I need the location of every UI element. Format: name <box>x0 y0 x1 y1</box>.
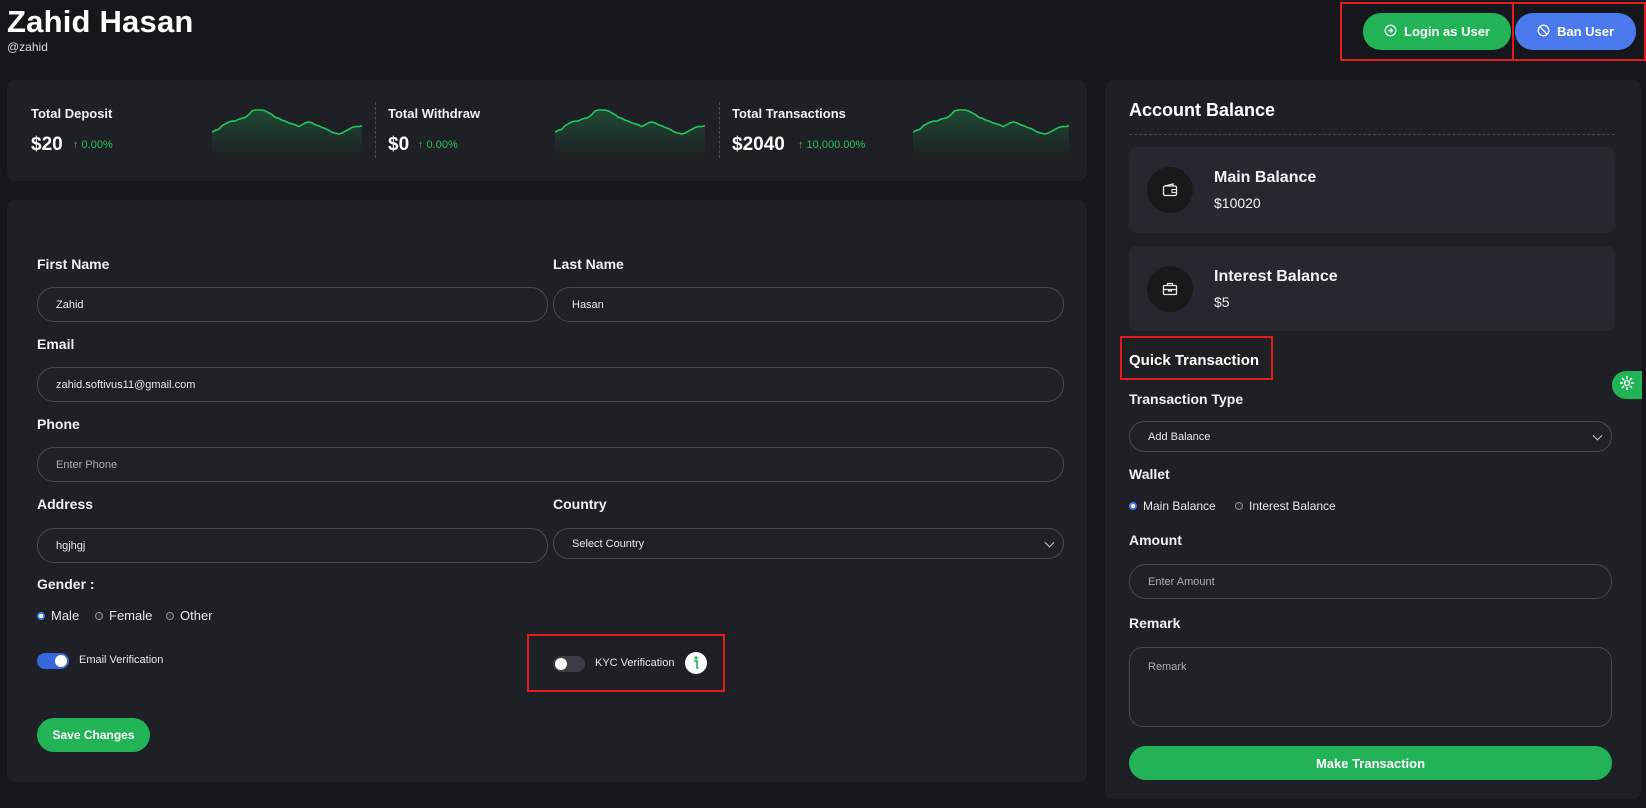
stats-card: Total Deposit $20 ↑ 0.00% Total Withdraw… <box>7 80 1087 181</box>
gender-option-female[interactable]: Female <box>95 608 152 623</box>
radio-icon <box>95 611 103 620</box>
settings-button[interactable] <box>1612 371 1642 399</box>
radio-icon <box>166 611 174 620</box>
ban-user-button[interactable]: Ban User <box>1515 13 1636 50</box>
wallet-option-label: Interest Balance <box>1249 499 1336 513</box>
first-name-label: First Name <box>37 256 110 272</box>
login-as-user-button[interactable]: Login as User <box>1363 13 1511 50</box>
gender-option-male[interactable]: Male <box>37 608 79 623</box>
wallet-icon <box>1147 167 1193 213</box>
radio-icon <box>1235 502 1243 510</box>
stat-change-deposit: ↑ 0.00% <box>73 139 113 151</box>
email-label: Email <box>37 336 75 352</box>
gender-option-label: Other <box>180 608 213 623</box>
transaction-type-value: Add Balance <box>1148 430 1211 443</box>
page-title: Zahid Hasan <box>7 4 194 39</box>
stat-value-withdraw: $0 <box>388 134 410 155</box>
remark-label: Remark <box>1129 615 1181 631</box>
address-label: Address <box>37 496 94 512</box>
make-transaction-button[interactable]: Make Transaction <box>1129 746 1612 780</box>
main-balance-card: Main Balance $10020 <box>1129 147 1615 233</box>
gender-label: Gender : <box>37 576 95 592</box>
gender-option-label: Female <box>109 608 153 623</box>
kyc-verification-toggle[interactable] <box>553 656 585 672</box>
main-balance-label: Main Balance <box>1214 169 1317 186</box>
radio-icon <box>37 611 45 620</box>
stat-label-deposit: Total Deposit <box>31 106 113 121</box>
country-label: Country <box>553 496 607 512</box>
account-balance-title: Account Balance <box>1129 100 1276 120</box>
interest-balance-card: Interest Balance $5 <box>1129 246 1615 331</box>
country-select[interactable]: Select Country <box>553 528 1064 559</box>
interest-balance-value: $5 <box>1214 294 1230 310</box>
wallet-label: Wallet <box>1129 466 1170 482</box>
stat-change-transactions: ↑ 10,000.00% <box>798 139 866 151</box>
last-name-input[interactable]: Hasan <box>553 287 1064 322</box>
address-input[interactable]: hgjhgj <box>37 528 548 563</box>
transaction-type-select[interactable]: Add Balance <box>1129 421 1612 452</box>
transaction-type-label: Transaction Type <box>1129 391 1244 407</box>
stat-change-withdraw: ↑ 0.00% <box>418 139 458 151</box>
login-as-user-label: Login as User <box>1404 24 1490 39</box>
radio-icon <box>1129 502 1137 510</box>
wallet-option-interest[interactable]: Interest Balance <box>1235 499 1336 513</box>
divider <box>375 102 376 158</box>
divider <box>1129 134 1615 135</box>
email-input[interactable]: zahid.softivus11@gmail.com <box>37 367 1064 402</box>
chevron-down-icon <box>1044 537 1055 548</box>
toggle-knob <box>55 655 67 667</box>
stat-label-transactions: Total Transactions <box>732 106 846 121</box>
stat-label-withdraw: Total Withdraw <box>388 106 481 121</box>
sparkline-withdraw <box>555 109 705 158</box>
phone-label: Phone <box>37 416 80 432</box>
email-verification-toggle[interactable] <box>37 653 69 669</box>
wallet-option-label: Main Balance <box>1143 499 1216 513</box>
kyc-verification-label: KYC Verification <box>595 657 675 669</box>
sparkline-deposit <box>212 109 362 158</box>
login-icon <box>1384 24 1397 40</box>
divider <box>719 102 720 158</box>
ban-user-label: Ban User <box>1556 24 1615 39</box>
stat-value-transactions: $2040 <box>732 134 785 155</box>
gender-option-label: Male <box>51 608 80 623</box>
chevron-down-icon <box>1592 430 1603 441</box>
last-name-label: Last Name <box>553 256 624 272</box>
remark-textarea[interactable]: Remark <box>1129 647 1612 727</box>
info-icon[interactable] <box>685 652 707 674</box>
amount-input[interactable]: Enter Amount <box>1129 564 1612 599</box>
account-balance-card: Account Balance Main Balance $10020 Inte… <box>1105 80 1641 799</box>
phone-input[interactable]: Enter Phone <box>37 447 1064 482</box>
interest-balance-label: Interest Balance <box>1214 268 1338 285</box>
ban-icon <box>1537 24 1550 40</box>
sparkline-transactions <box>913 109 1069 158</box>
stat-value-deposit: $20 <box>31 134 63 155</box>
amount-label: Amount <box>1129 532 1182 548</box>
gear-icon <box>1619 375 1635 396</box>
profile-form-card: First Name Zahid Last Name Hasan Email z… <box>7 200 1087 782</box>
main-balance-value: $10020 <box>1214 195 1261 211</box>
gender-option-other[interactable]: Other <box>166 608 213 623</box>
first-name-input[interactable]: Zahid <box>37 287 548 322</box>
toggle-knob <box>555 658 567 670</box>
briefcase-icon <box>1147 266 1193 312</box>
country-select-value: Select Country <box>572 537 645 550</box>
wallet-option-main[interactable]: Main Balance <box>1129 499 1216 513</box>
save-changes-button[interactable]: Save Changes <box>37 718 150 752</box>
quick-transaction-title: Quick Transaction <box>1129 352 1260 369</box>
email-verification-label: Email Verification <box>79 654 164 666</box>
username: @zahid <box>7 40 48 54</box>
